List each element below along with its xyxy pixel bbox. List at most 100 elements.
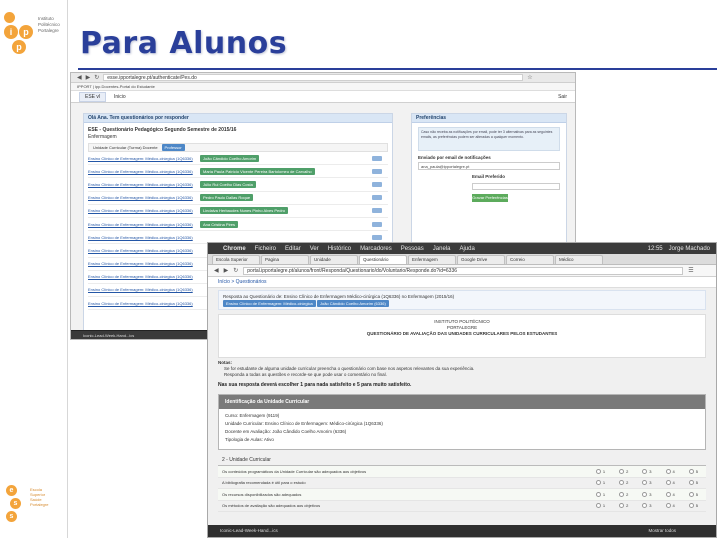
surveys-panel-title: Olá Ana. Tem questionários por responder [84,114,392,123]
radio-button[interactable] [688,468,694,474]
logo-letter-s2: s [6,511,17,522]
radio-button[interactable] [642,503,648,509]
radio-button[interactable] [665,480,671,486]
menu-help[interactable]: Ajuda [459,246,474,252]
browser-tab[interactable]: Unidade [310,255,358,264]
uc-link[interactable]: Ensino Clínico de Enfermagem: Médico-cir… [88,248,200,253]
uc-link[interactable]: Ensino Clínico de Enfermagem: Médico-cir… [88,156,200,161]
menu-view[interactable]: Ver [310,246,319,252]
preferred-email-field[interactable] [472,183,560,190]
menu-window[interactable]: Janela [433,246,451,252]
reload-icon[interactable]: ↻ [233,267,238,274]
rating-option[interactable]: 1 [595,503,605,509]
radio-button[interactable] [595,480,601,486]
reload-icon[interactable]: ↻ [94,74,99,81]
browser-tab[interactable]: Correio [506,255,554,264]
rating-option[interactable]: 2 [619,491,628,497]
back-icon[interactable]: ◀ [214,267,219,274]
rating-option[interactable]: 3 [642,468,652,474]
radio-button[interactable] [619,480,625,486]
home-link[interactable]: Inicio [114,94,126,100]
menu-history[interactable]: Histórico [328,246,351,252]
menu-bookmarks[interactable]: Marcadores [360,246,392,252]
url-field[interactable]: esse.ipportalegre.pt/authenticate/Pes.do [103,74,524,81]
answer-button[interactable] [372,181,382,187]
rating-option[interactable]: 1 [595,480,605,486]
radio-button[interactable] [665,503,671,509]
back-icon[interactable]: ◀ [77,74,82,81]
radio-button[interactable] [595,491,601,497]
radio-button[interactable] [665,491,671,497]
rating-option[interactable]: 2 [619,503,628,509]
rating-option[interactable]: 3 [642,480,652,486]
radio-button[interactable] [688,480,694,486]
user-name[interactable]: Jorge Machado [669,246,710,252]
radio-button[interactable] [619,503,625,509]
radio-button[interactable] [688,491,694,497]
uc-link[interactable]: Ensino Clínico de Enfermagem: Médico-cir… [88,182,200,187]
answer-button[interactable] [372,208,382,214]
uc-link[interactable]: Ensino Clínico de Enfermagem: Médico-cir… [88,301,200,306]
radio-button[interactable] [688,503,694,509]
answer-button[interactable] [372,195,382,201]
uc-link[interactable]: Ensino Clínico de Enfermagem: Médico-cir… [88,274,200,279]
uc-link[interactable]: Ensino Clínico de Enfermagem: Médico-cir… [88,222,200,227]
uc-link[interactable]: Ensino Clínico de Enfermagem: Médico-cir… [88,287,200,292]
rating-option[interactable]: 5 [688,480,698,486]
radio-button[interactable] [642,480,648,486]
browser-tab[interactable]: Pagina [261,255,309,264]
rating-option[interactable]: 4 [665,491,675,497]
uc-link[interactable]: Ensino Clínico de Enfermagem: Médico-cir… [88,208,200,213]
breadcrumb[interactable]: Início > Questionários [208,277,716,288]
answer-button[interactable] [372,168,382,174]
forward-icon[interactable]: ▶ [224,267,229,274]
rating-option[interactable]: 4 [665,480,675,486]
rating-option[interactable]: 1 [595,491,605,497]
menu-file[interactable]: Ficheiro [255,246,276,252]
radio-button[interactable] [642,468,648,474]
save-preferences-button[interactable]: Gravar Preferências [472,194,508,202]
show-all-downloads[interactable]: Mostrar todos [648,525,716,537]
forward-icon[interactable]: ▶ [86,74,91,81]
rating-option[interactable]: 3 [642,491,652,497]
uc-link[interactable]: Ensino Clínico de Enfermagem: Médico-cir… [88,195,200,200]
radio-button[interactable] [595,503,601,509]
answer-button[interactable] [372,234,382,240]
answer-button[interactable] [372,221,382,227]
logout-link[interactable]: Sair [558,94,567,100]
menu-chrome[interactable]: Chrome [223,246,246,252]
star-icon[interactable]: ☆ [527,74,532,81]
radio-button[interactable] [642,491,648,497]
rating-option[interactable]: 2 [619,480,628,486]
radio-button[interactable] [619,491,625,497]
answer-button[interactable] [372,155,382,161]
url-field[interactable]: portal.ipportalegre.pt/alunos/front/Resp… [243,266,684,275]
rating-option[interactable]: 2 [619,468,628,474]
radio-button[interactable] [619,468,625,474]
radio-button[interactable] [595,468,601,474]
browser-tab[interactable]: Escola Superior [212,255,260,264]
rating-option[interactable]: 5 [688,503,698,509]
browser-tab[interactable]: Médico [555,255,603,264]
rating-option[interactable]: 1 [595,468,605,474]
uc-link[interactable]: Ensino Clínico de Enfermagem: Médico-cir… [88,169,200,174]
app-tab[interactable]: ESE vl [79,91,107,102]
uc-link[interactable]: Ensino Clínico de Enfermagem: Médico-cir… [88,261,200,266]
menu-edit[interactable]: Editar [285,246,301,252]
rating-option[interactable]: 5 [688,491,698,497]
uc-link[interactable]: Ensino Clínico de Enfermagem: Médico-cir… [88,235,200,240]
menu-icon[interactable]: ☰ [688,267,693,274]
radio-button[interactable] [665,468,671,474]
bookmarks-bar[interactable]: IPPORT | ipp.Docentes-Portal do Estudant… [71,83,575,91]
browser-tab[interactable]: Enfermagem [408,255,456,264]
browser-tab[interactable]: Google Drive [457,255,505,264]
browser-tab[interactable]: Questionário [359,255,407,264]
download-item[interactable]: Iconic-Lead-Week-Hand...ics [220,525,278,537]
menu-people[interactable]: Pessoas [401,246,424,252]
logo-letter-e: e [6,485,17,496]
rating-option[interactable]: 3 [642,503,652,509]
rating-option[interactable]: 5 [688,468,698,474]
rating-option[interactable]: 4 [665,468,675,474]
rating-option[interactable]: 4 [665,503,675,509]
email-field[interactable]: ana_paula@ipportalegre.pt [418,162,560,170]
